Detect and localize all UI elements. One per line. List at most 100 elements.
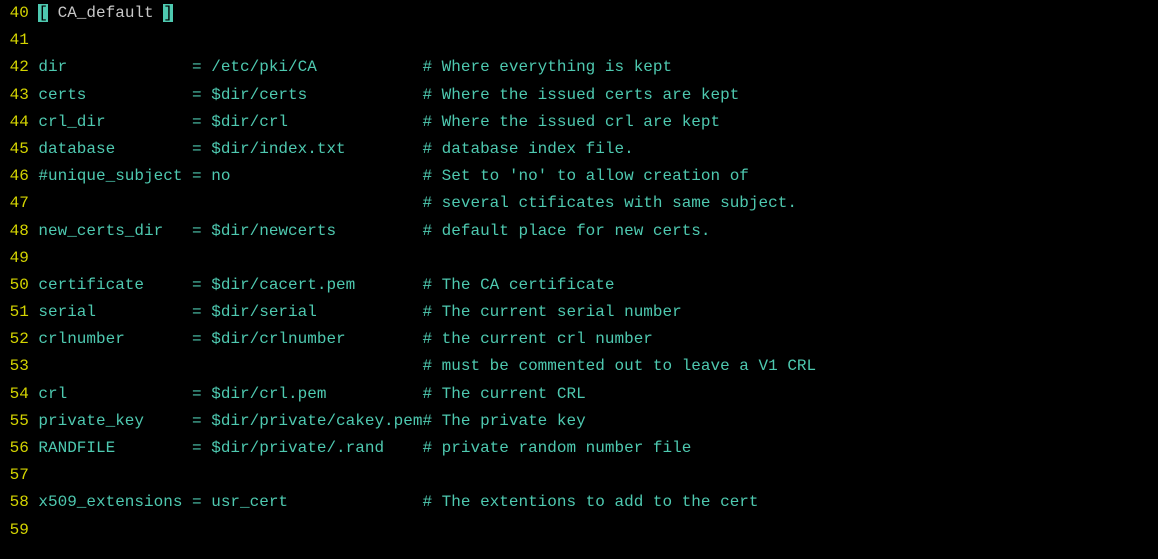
comment: # the current crl number [422,330,652,348]
config-value: $dir/serial [211,303,422,321]
line-number: 43 [0,82,38,109]
config-value: no [211,167,422,185]
code-line[interactable]: 59 [0,517,1158,544]
code-line[interactable]: 54crl = $dir/crl.pem # The current CRL [0,381,1158,408]
line-number: 47 [0,190,38,217]
config-value: $dir/index.txt [211,140,422,158]
comment: # default place for new certs. [422,222,710,240]
comment: # The current serial number [422,303,681,321]
config-key: new_certs_dir [38,222,192,240]
code-line[interactable]: 40[ CA_default ] [0,0,1158,27]
equals-sign: = [192,58,211,76]
equals-sign: = [192,140,211,158]
comment: # must be commented out to leave a V1 CR… [422,357,816,375]
code-line[interactable]: 43certs = $dir/certs # Where the issued … [0,82,1158,109]
line-number: 57 [0,462,38,489]
config-key: RANDFILE [38,439,192,457]
comment: # database index file. [422,140,633,158]
comment: # The current CRL [422,385,585,403]
equals-sign: = [192,385,211,403]
line-number: 44 [0,109,38,136]
line-number: 49 [0,245,38,272]
line-number: 55 [0,408,38,435]
code-line[interactable]: 57 [0,462,1158,489]
equals-sign: = [192,330,211,348]
config-value: $dir/crl.pem [211,385,422,403]
comment: # Where everything is kept [422,58,672,76]
code-line[interactable]: 52crlnumber = $dir/crlnumber # the curre… [0,326,1158,353]
config-key: x509_extensions [38,493,192,511]
config-key: crlnumber [38,330,192,348]
equals-sign: = [192,167,211,185]
section-name: CA_default [48,4,163,22]
line-number: 56 [0,435,38,462]
config-value: $dir/crl [211,113,422,131]
line-number: 51 [0,299,38,326]
line-number: 45 [0,136,38,163]
code-line[interactable]: 53 # must be commented out to leave a V1… [0,353,1158,380]
config-value: $dir/private/cakey.pem [211,412,422,430]
code-line[interactable]: 42dir = /etc/pki/CA # Where everything i… [0,54,1158,81]
line-number: 48 [0,218,38,245]
code-line[interactable]: 55private_key = $dir/private/cakey.pem# … [0,408,1158,435]
config-key: dir [38,58,192,76]
code-line[interactable]: 49 [0,245,1158,272]
config-key: private_key [38,412,192,430]
padding [38,194,422,212]
line-number: 46 [0,163,38,190]
section-bracket-close: ] [163,4,173,22]
comment: # The private key [422,412,585,430]
line-number: 58 [0,489,38,516]
code-line[interactable]: 51serial = $dir/serial # The current ser… [0,299,1158,326]
equals-sign: = [192,439,211,457]
config-value: /etc/pki/CA [211,58,422,76]
equals-sign: = [192,412,211,430]
code-line[interactable]: 46#unique_subject = no # Set to 'no' to … [0,163,1158,190]
comment: # The CA certificate [422,276,614,294]
line-number: 59 [0,517,38,544]
config-key: #unique_subject [38,167,192,185]
config-value: $dir/private/.rand [211,439,422,457]
comment: # several ctificates with same subject. [422,194,796,212]
config-key: crl [38,385,192,403]
comment: # Where the issued certs are kept [422,86,739,104]
line-number: 52 [0,326,38,353]
config-value: $dir/newcerts [211,222,422,240]
code-line[interactable]: 47 # several ctificates with same subjec… [0,190,1158,217]
equals-sign: = [192,222,211,240]
config-value: $dir/cacert.pem [211,276,422,294]
equals-sign: = [192,493,211,511]
config-key: database [38,140,192,158]
config-key: certs [38,86,192,104]
config-key: certificate [38,276,192,294]
comment: # private random number file [422,439,691,457]
code-line[interactable]: 56RANDFILE = $dir/private/.rand # privat… [0,435,1158,462]
config-value: $dir/crlnumber [211,330,422,348]
config-value: $dir/certs [211,86,422,104]
line-number: 50 [0,272,38,299]
config-key: serial [38,303,192,321]
line-number: 53 [0,353,38,380]
equals-sign: = [192,276,211,294]
line-number: 40 [0,0,38,27]
line-number: 41 [0,27,38,54]
code-line[interactable]: 50certificate = $dir/cacert.pem # The CA… [0,272,1158,299]
code-line[interactable]: 44crl_dir = $dir/crl # Where the issued … [0,109,1158,136]
code-line[interactable]: 41 [0,27,1158,54]
padding [38,357,422,375]
code-line[interactable]: 45database = $dir/index.txt # database i… [0,136,1158,163]
line-number: 42 [0,54,38,81]
config-value: usr_cert [211,493,422,511]
line-number: 54 [0,381,38,408]
comment: # The extentions to add to the cert [422,493,758,511]
code-line[interactable]: 48new_certs_dir = $dir/newcerts # defaul… [0,218,1158,245]
code-editor[interactable]: 40[ CA_default ]4142dir = /etc/pki/CA # … [0,0,1158,544]
equals-sign: = [192,303,211,321]
code-line[interactable]: 58x509_extensions = usr_cert # The exten… [0,489,1158,516]
equals-sign: = [192,86,211,104]
section-bracket-open: [ [38,4,48,22]
comment: # Where the issued crl are kept [422,113,720,131]
equals-sign: = [192,113,211,131]
comment: # Set to 'no' to allow creation of [422,167,748,185]
config-key: crl_dir [38,113,192,131]
